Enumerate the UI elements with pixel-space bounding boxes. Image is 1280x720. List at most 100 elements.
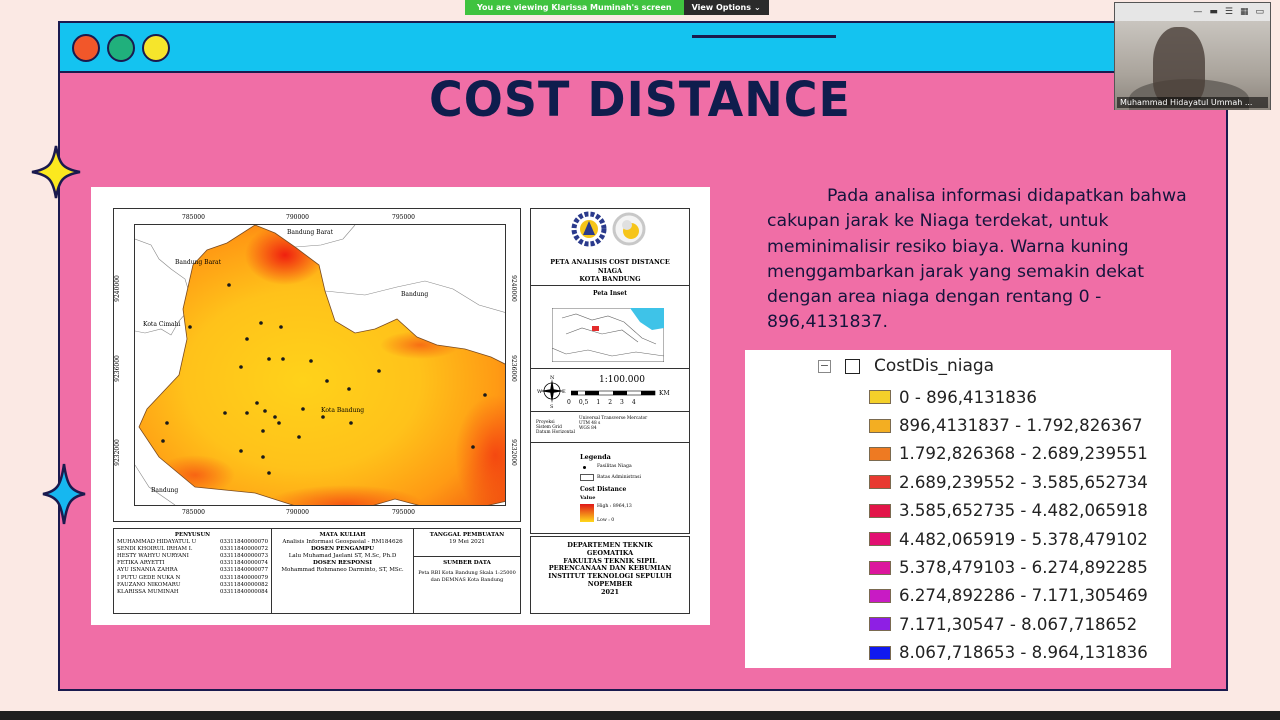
speaker-view-icon[interactable]: ▬ bbox=[1209, 7, 1218, 17]
map-info-table: PENYUSUN MUHAMMAD HIDAYATUL U 03311840000… bbox=[113, 528, 521, 614]
legend-range-label: 896,4131837 - 1.792,826367 bbox=[899, 416, 1143, 436]
x-tick: 785000 bbox=[182, 509, 205, 516]
proj-value: WGS 84 bbox=[579, 426, 597, 431]
institution-box: DEPARTEMEN TEKNIK GEOMATIKA FAKULTAS TEK… bbox=[530, 536, 690, 614]
y-tick: 9236000 bbox=[509, 355, 517, 382]
scale-bar bbox=[571, 390, 656, 396]
map-frame: 785000 790000 795000 785000 790000 79500… bbox=[113, 208, 521, 522]
slide-description: Pada analisa informasi didapatkan bahwa … bbox=[767, 186, 1187, 333]
legend-title: Legenda bbox=[580, 453, 611, 461]
compass-w: W bbox=[537, 389, 543, 395]
color-swatch bbox=[869, 390, 891, 405]
penyusun-nrp: 03311840000084 bbox=[219, 588, 268, 595]
video-toolbar: — ▬ ☰ ▦ ▭ bbox=[1115, 3, 1270, 21]
y-tick: 9232000 bbox=[113, 439, 121, 466]
place-label: Bandung bbox=[151, 487, 179, 494]
participant-name: Muhammad Hidayatul Ummah ... bbox=[1117, 97, 1268, 108]
penyusun-row: HESTY WAHYU NURYANI 03311840000073 bbox=[117, 553, 268, 560]
color-swatch bbox=[869, 645, 891, 660]
dosen-responsi-title: DOSEN RESPONSI bbox=[313, 560, 372, 566]
tanggal: 19 Mei 2021 bbox=[449, 539, 485, 545]
legend-fasilitas: Fasilitas Niaga bbox=[597, 464, 632, 469]
legend-items: 0 - 896,4131836 896,4131837 - 1.792,82636… bbox=[869, 383, 1148, 667]
legend-range-label: 0 - 896,4131836 bbox=[899, 387, 1037, 407]
penyusun-row: SENDI KHOIRUL IRHAM I. 03311840000072 bbox=[117, 546, 268, 553]
scale-tick: 2 bbox=[608, 399, 613, 406]
y-tick: 9240000 bbox=[113, 275, 121, 302]
arcgis-legend: − CostDis_niaga 0 - 896,4131836 896,41318… bbox=[745, 350, 1171, 668]
zoom-share-banner: You are viewing Klarissa Muminah's scree… bbox=[465, 0, 769, 15]
penyusun-row: AYU ISNANIA ZAHRA 03311840000077 bbox=[117, 567, 268, 574]
place-label: Bandung bbox=[401, 291, 429, 298]
legend-item: 5.378,479103 - 6.274,892285 bbox=[869, 553, 1148, 581]
yellow-sparkle-icon bbox=[31, 145, 81, 199]
penyusun-title: PENYUSUN bbox=[174, 532, 211, 538]
legend-range-label: 8.067,718653 - 8.964,131836 bbox=[899, 643, 1148, 663]
slide-header-bar bbox=[60, 23, 1226, 73]
legend-range-label: 4.482,065919 - 5.378,479102 bbox=[899, 529, 1148, 549]
map-legend-box: Legenda Fasilitas Niaga Batas Administra… bbox=[530, 442, 690, 534]
legend-range-label: 3.585,652735 - 4.482,065918 bbox=[899, 501, 1148, 521]
legend-range-label: 1.792,826368 - 2.689,239551 bbox=[899, 444, 1148, 464]
color-swatch bbox=[869, 446, 891, 461]
penyusun-name: SENDI KHOIRUL IRHAM I. bbox=[117, 546, 193, 553]
blue-sparkle-icon bbox=[42, 463, 86, 525]
legend-item: 8.067,718653 - 8.964,131836 bbox=[869, 639, 1148, 667]
legend-item: 2.689,239552 - 3.585,652734 bbox=[869, 468, 1148, 496]
legend-low: Low : 0 bbox=[597, 518, 615, 523]
penyusun-cell: PENYUSUN MUHAMMAD HIDAYATUL U 03311840000… bbox=[114, 529, 272, 613]
penyusun-name: FAUZANO NIKOMARU bbox=[117, 581, 181, 588]
map-layout: 785000 790000 795000 785000 790000 79500… bbox=[91, 187, 710, 625]
slide-title: COST DISTANCE bbox=[429, 70, 851, 128]
place-label: Bandung Barat bbox=[287, 229, 334, 236]
map-title-box: PETA ANALISIS COST DISTANCE NIAGA KOTA B… bbox=[530, 208, 690, 286]
legend-item: 896,4131837 - 1.792,826367 bbox=[869, 411, 1148, 439]
view-options-button[interactable]: View Options ⌄ bbox=[683, 0, 769, 15]
scale-tick: 1 bbox=[596, 399, 601, 406]
gallery-icon[interactable]: ▦ bbox=[1240, 7, 1249, 17]
layer-checkbox[interactable] bbox=[845, 358, 860, 374]
legend-item: 6.274,892286 - 7.171,305469 bbox=[869, 582, 1148, 610]
penyusun-row: KLARISSA MUMINAH 03311840000084 bbox=[117, 589, 268, 596]
dosen-responsi: Mohammad Rohmaneo Darminto, ST, MSc. bbox=[281, 567, 404, 573]
y-tick: 9232000 bbox=[509, 439, 517, 466]
fullscreen-icon[interactable]: ▭ bbox=[1255, 7, 1264, 17]
compass-icon: N S W E bbox=[537, 375, 566, 409]
y-tick: 9236000 bbox=[113, 355, 121, 382]
cost-distance-map: Bandung Barat Bandung Barat Bandung Kota… bbox=[134, 224, 506, 506]
boundary-symbol-icon bbox=[580, 474, 594, 481]
x-tick: 790000 bbox=[286, 509, 309, 516]
date-source-cell: TANGGAL PEMBUATAN 19 Mei 2021 SUMBER DAT… bbox=[414, 529, 520, 613]
penyusun-nrp: 03311840000074 bbox=[219, 560, 268, 567]
legend-item: 1.792,826368 - 2.689,239551 bbox=[869, 440, 1148, 468]
color-swatch bbox=[869, 532, 891, 547]
list-icon[interactable]: ☰ bbox=[1225, 7, 1233, 17]
yellow-circle-icon bbox=[142, 34, 170, 62]
map-title-line: NIAGA bbox=[597, 266, 623, 275]
sumber: Peta RBI Kota Bandung Skala 1:25000 dan … bbox=[418, 570, 516, 583]
map-title-line: KOTA BANDUNG bbox=[579, 275, 641, 283]
legend-item: 7.171,30547 - 8.067,718652 bbox=[869, 610, 1148, 638]
participant-video[interactable]: — ▬ ☰ ▦ ▭ Muhammad Hidayatul Ummah ... bbox=[1114, 2, 1271, 110]
collapse-icon[interactable]: − bbox=[818, 359, 831, 373]
legend-value: Value bbox=[580, 495, 596, 501]
scale-tick: 0 bbox=[567, 399, 571, 406]
penyusun-nrp: 03311840000077 bbox=[219, 567, 268, 574]
color-swatch bbox=[869, 588, 891, 603]
inset-map-box: Peta Inset bbox=[530, 285, 690, 369]
penyusun-nrp: 03311840000070 bbox=[219, 539, 268, 546]
compass-n: N bbox=[550, 375, 555, 381]
legend-high: High : 8964,13 bbox=[597, 504, 632, 509]
proj-label: Datum Horizontal bbox=[536, 430, 575, 435]
minimize-icon[interactable]: — bbox=[1193, 7, 1202, 17]
scale-box: N S W E 1:100.000 0 0,5 1 2 3 4 KM bbox=[530, 368, 690, 412]
legend-item: 3.585,652735 - 4.482,065918 bbox=[869, 497, 1148, 525]
penyusun-nrp: 03311840000079 bbox=[219, 574, 268, 581]
map-scale: 1:100.000 bbox=[599, 375, 645, 385]
geomatika-logo-icon bbox=[612, 212, 646, 246]
cost-ramp bbox=[580, 504, 594, 522]
projection-box: Proyeksi Sistem Grid Datum Horizontal Un… bbox=[530, 411, 690, 443]
tanggal-title: TANGGAL PEMBUATAN bbox=[429, 532, 505, 538]
legend-range-label: 6.274,892286 - 7.171,305469 bbox=[899, 586, 1148, 606]
dept-line: 2021 bbox=[600, 587, 620, 596]
